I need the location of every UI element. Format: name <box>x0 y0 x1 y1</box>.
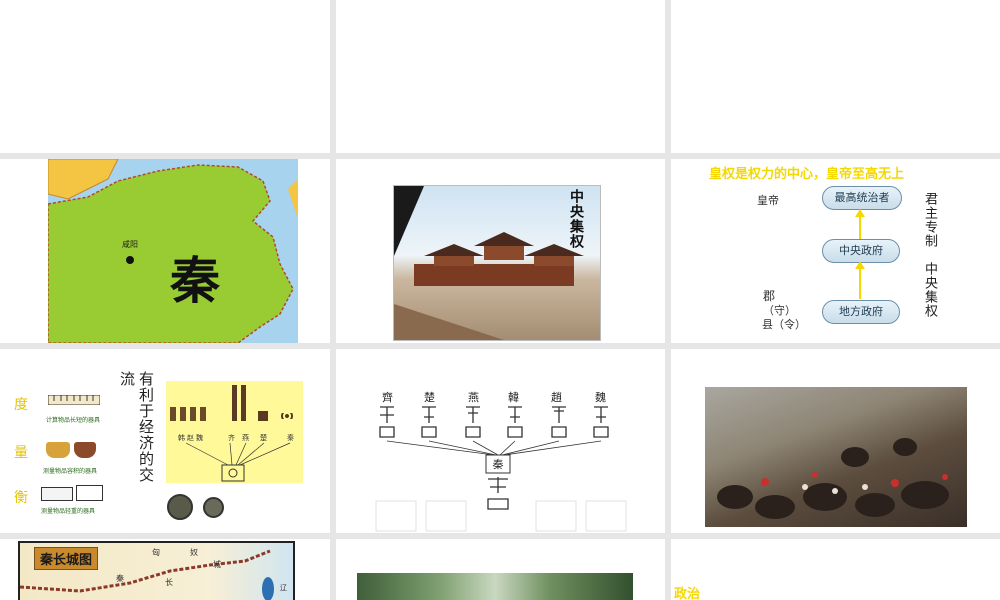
hierarchy-arrows-icon <box>855 209 865 299</box>
round-coins-icon <box>280 413 294 419</box>
spade-coins-icon <box>170 407 210 421</box>
hierarchy-title: 皇权是权力的中心，皇帝至高无上 <box>709 167 905 182</box>
label-liang: 量 <box>14 445 28 461</box>
side-label-autocracy: 君主专制 <box>922 192 937 248</box>
wall-label-liao: 辽 <box>280 584 287 592</box>
wall-label-chang: 长 <box>165 578 173 587</box>
measuring-cup-icon <box>46 442 70 458</box>
box-supreme-ruler: 最高统治者 <box>822 186 902 210</box>
ant-nose-coin-icon <box>258 411 268 421</box>
tree-photo <box>357 573 633 600</box>
wall-label-nu: 奴 <box>190 548 198 557</box>
slide-thumbnail-politics[interactable]: 政治 <box>671 539 1000 600</box>
measuring-bowl-icon <box>74 442 96 458</box>
wall-label-qin: 秦 <box>116 574 124 583</box>
slide-thumbnail-tree-photo[interactable] <box>336 539 665 600</box>
slide-thumbnail-scripts[interactable]: 齊 楚 燕 韓 趙 魏 秦 <box>336 349 665 533</box>
ban-liang-coin-icon <box>167 494 193 520</box>
slide-thumbnail-hierarchy[interactable]: 皇权是权力的中心，皇帝至高无上 皇帝 郡 （守） 县（令） 最高统治者 中央政府… <box>671 159 1000 343</box>
slide-thumbnail-measures[interactable]: 度 量 衡 计算物品长短的器具 测量物品容积的器具 测量物品轻重的器具 有利于经… <box>0 349 330 533</box>
side-label-centralization: 中央集权 <box>922 262 937 318</box>
city-label: 咸阳 <box>122 240 138 249</box>
county-label: 县（令） <box>762 318 806 331</box>
slide-thumbnail-battle[interactable] <box>671 349 1000 533</box>
weight-icon <box>41 487 73 501</box>
state-label: 秦 <box>170 251 220 310</box>
economic-exchange-text-2: 流 <box>118 371 136 387</box>
emperor-label: 皇帝 <box>757 194 779 207</box>
balance-scale-icon <box>76 485 103 501</box>
coin-chart-panel: 韩 赵 魏 齐 燕 楚 秦 <box>166 381 303 483</box>
slide-thumbnail-1[interactable] <box>0 0 330 153</box>
slide-thumbnail-3[interactable] <box>671 0 1000 153</box>
slide-thumbnail-2[interactable] <box>336 0 665 153</box>
ruler-icon <box>48 395 100 405</box>
wall-label-xiong: 匈 <box>152 548 160 557</box>
battle-painting <box>705 387 967 527</box>
economic-exchange-text: 有利于经济的交 <box>137 371 155 483</box>
liang-caption: 测量物品容积的器具 <box>43 468 98 475</box>
slide-thumbnail-palace[interactable]: 中央集权 <box>336 159 665 343</box>
coin-connector-lines <box>185 442 291 482</box>
slide-thumbnail-great-wall[interactable]: 秦长城图 匈 奴 秦 长 城 辽 <box>0 539 330 600</box>
wall-label-cheng: 城 <box>213 560 221 569</box>
box-local-government: 地方政府 <box>822 300 900 324</box>
slide-thumbnail-qin-map[interactable]: 咸阳 秦 <box>0 159 330 343</box>
politics-label: 政治 <box>674 587 701 600</box>
script-center-qin: 秦 <box>492 458 504 471</box>
du-caption: 计算物品长短的器具 <box>46 417 101 424</box>
palace-caption: 中央集权 <box>568 189 584 249</box>
knife-coins-icon <box>232 385 246 421</box>
ban-liang-coin-small-icon <box>203 497 224 518</box>
label-heng: 衡 <box>14 490 28 506</box>
label-du: 度 <box>14 397 28 413</box>
capital-marker-icon <box>126 256 134 264</box>
heng-caption: 测量物品轻重的器具 <box>41 508 96 515</box>
great-wall-map: 秦长城图 匈 奴 秦 长 城 辽 <box>18 541 295 600</box>
